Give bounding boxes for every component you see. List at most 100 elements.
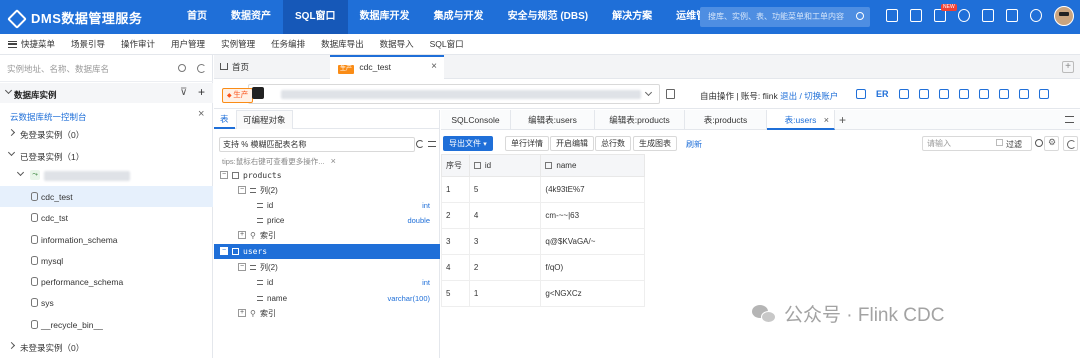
help-icon[interactable] (958, 9, 970, 22)
calendar-icon[interactable]: NEW (934, 4, 957, 22)
collapse-icon[interactable]: − (220, 171, 228, 179)
document-icon[interactable] (1006, 9, 1018, 22)
cell-name[interactable]: q@$KVaGA/~ (540, 228, 645, 255)
nav-home[interactable]: 首页 (175, 0, 219, 34)
nav-db-dev[interactable]: 数据库开发 (348, 0, 422, 34)
ticket-icon[interactable] (886, 9, 898, 22)
close-icon[interactable]: × (431, 57, 437, 77)
expand-icon[interactable]: + (238, 231, 246, 239)
app-logo[interactable]: DMS数据管理服务 (0, 8, 175, 27)
add-tab-icon[interactable]: + (1062, 61, 1074, 73)
connection-select[interactable] (248, 84, 660, 104)
refresh-icon[interactable] (1063, 136, 1078, 151)
header-name[interactable]: name (540, 154, 645, 177)
edit-icon[interactable] (978, 89, 989, 99)
filter-icon[interactable]: ⊽ (180, 87, 187, 98)
db-item-performance-schema[interactable]: performance_schema (0, 271, 213, 292)
column-row[interactable]: price double (214, 213, 440, 228)
er-diagram-button[interactable]: ER (876, 89, 889, 99)
tab-home[interactable]: 首页 (214, 55, 330, 79)
index-node[interactable]: + ⚲ 索引 (214, 228, 440, 243)
instance-search-input[interactable]: 实例地址、名称、数据库名 (0, 55, 213, 82)
console-link[interactable]: 云数据库统一控制台 (10, 111, 87, 123)
submenu-audit[interactable]: 操作审计 (121, 38, 155, 50)
refresh-link[interactable]: 刷新 (686, 139, 702, 150)
quick-menu[interactable]: 快捷菜单 (8, 38, 55, 50)
index-node[interactable]: + ⚲ 索引 (214, 306, 440, 321)
refresh-icon[interactable] (416, 140, 424, 148)
column-row[interactable]: id int (214, 198, 440, 213)
cell-id[interactable]: 1 (468, 280, 542, 307)
db-item-sys[interactable]: sys (0, 292, 213, 313)
tab-table-users[interactable]: 表:users × (767, 110, 835, 130)
db-item-cdc-test[interactable]: cdc_test (0, 186, 213, 207)
submenu-scene-guide[interactable]: 场景引导 (71, 38, 105, 50)
cell-id[interactable]: 4 (468, 202, 542, 229)
generate-chart-button[interactable]: 生成图表 (633, 136, 677, 151)
copy-icon[interactable] (666, 89, 675, 99)
submenu-instance-mgmt[interactable]: 实例管理 (221, 38, 255, 50)
table-node-products[interactable]: − products (214, 168, 440, 183)
export-file-button[interactable]: 导出文件 ▾ (443, 136, 493, 151)
notification-icon[interactable] (1030, 9, 1042, 22)
cell-id[interactable]: 2 (468, 254, 542, 281)
row-detail-button[interactable]: 单行详情 (505, 136, 549, 151)
total-rows-button[interactable]: 总行数 (595, 136, 631, 151)
table-row[interactable]: 1 5 (4k93tE%7 (441, 176, 645, 203)
tab-programmable-objects[interactable]: 可编程对象 (236, 110, 293, 129)
db-item-cdc-tst[interactable]: cdc_tst (0, 207, 213, 228)
table-node-users[interactable]: − users (214, 244, 440, 259)
submenu-db-export[interactable]: 数据库导出 (321, 38, 364, 50)
close-icon[interactable]: × (198, 108, 204, 120)
columns-node[interactable]: − 列(2) (214, 183, 440, 198)
filter-checkbox[interactable] (996, 139, 1003, 146)
table-row[interactable]: 2 4 cm-~~|63 (441, 202, 645, 229)
table-search-input[interactable]: 支持 % 模糊匹配表名称 (219, 137, 415, 152)
column-row[interactable]: name varchar(100) (214, 291, 440, 306)
db-item-recycle-bin[interactable]: __recycle_bin__ (0, 314, 213, 335)
nav-security[interactable]: 安全与规范 (DBS) (496, 0, 601, 34)
header-row-number[interactable]: 序号 (441, 154, 470, 177)
grid-icon[interactable] (856, 89, 866, 99)
search-icon[interactable] (1035, 139, 1043, 147)
user-avatar[interactable] (1054, 6, 1074, 26)
submenu-data-import[interactable]: 数据导入 (380, 38, 414, 50)
search-icon[interactable] (178, 64, 186, 72)
close-icon[interactable]: × (331, 156, 336, 166)
cell-name[interactable]: (4k93tE%7 (540, 176, 645, 203)
add-icon[interactable]: + (198, 85, 205, 99)
table-row[interactable]: 5 1 g<NGXCz (441, 280, 645, 307)
tab-edit-products[interactable]: 编辑表:products (595, 110, 685, 130)
free-login-instances[interactable]: 免登录实例（0） (0, 123, 213, 144)
fullscreen-icon[interactable] (1038, 89, 1049, 99)
nav-data-assets[interactable]: 数据资产 (219, 0, 283, 34)
header-id[interactable]: id (468, 154, 542, 177)
column-row[interactable]: id int (214, 275, 440, 290)
logout-switch-link[interactable]: 退出 / 切换账户 (780, 91, 838, 101)
table-row[interactable]: 3 3 q@$KVaGA/~ (441, 228, 645, 255)
chart-icon[interactable] (898, 89, 909, 99)
tab-edit-users[interactable]: 编辑表:users (511, 110, 595, 130)
cell-name[interactable]: g<NGXCz (540, 280, 645, 307)
instance-node[interactable]: ⤳ (0, 165, 213, 186)
collapse-icon[interactable]: − (238, 263, 246, 271)
tab-tables[interactable]: 表 (214, 110, 235, 129)
expand-icon[interactable]: + (238, 309, 246, 317)
logged-in-instances[interactable]: 已登录实例（1） (0, 145, 213, 166)
submenu-user-mgmt[interactable]: 用户管理 (171, 38, 205, 50)
columns-node[interactable]: − 列(2) (214, 260, 440, 275)
cell-id[interactable]: 3 (468, 228, 542, 255)
collapse-icon[interactable]: − (238, 186, 246, 194)
tab-table-products[interactable]: 表:products (685, 110, 767, 130)
submenu-task-orchestration[interactable]: 任务编排 (271, 38, 305, 50)
db-item-mysql[interactable]: mysql (0, 250, 213, 271)
not-logged-instances[interactable]: 未登录实例（0） (0, 336, 213, 357)
table-row[interactable]: 4 2 f/qO) (441, 254, 645, 281)
collapse-icon[interactable]: − (220, 247, 228, 255)
list-icon[interactable] (958, 89, 969, 99)
copy-icon[interactable] (910, 9, 922, 22)
close-icon[interactable]: × (824, 110, 829, 130)
menu-icon[interactable] (1065, 116, 1074, 123)
cell-id[interactable]: 5 (468, 176, 542, 203)
instance-section-header[interactable]: 数据库实例 ⊽ + (0, 83, 213, 103)
